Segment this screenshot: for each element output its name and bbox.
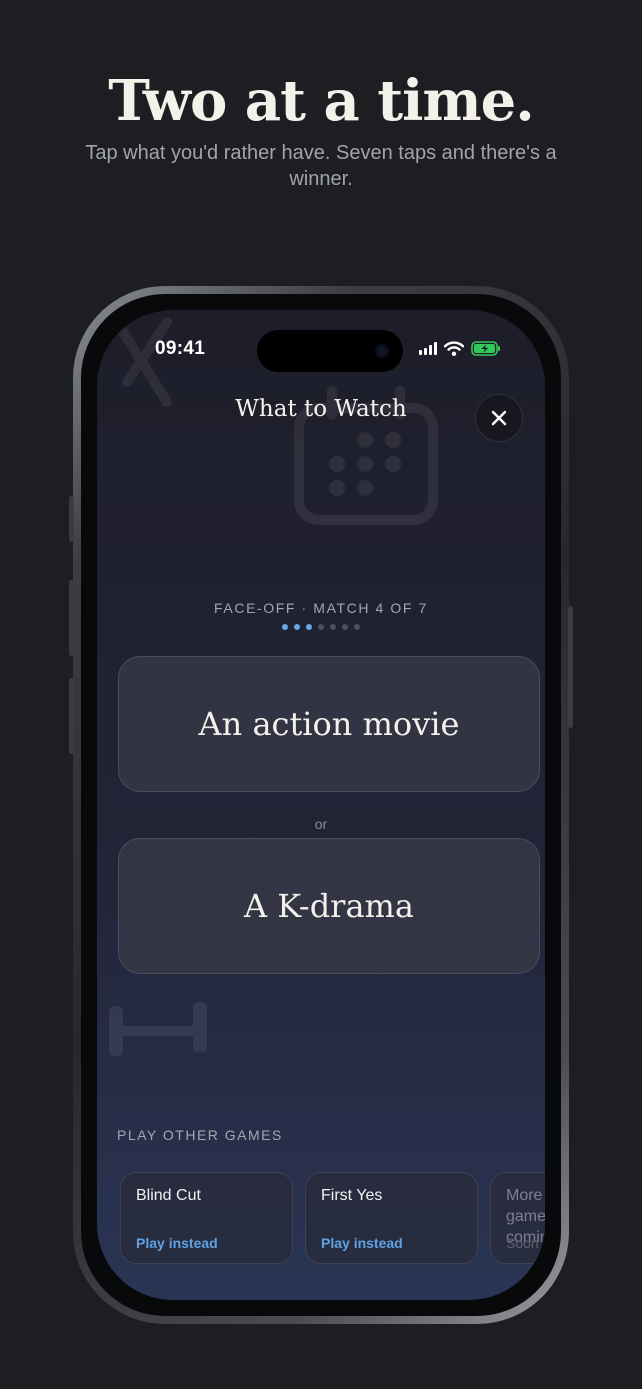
phone-frame: 09:41 What to Watch FACE-OFF · MATCH 4 O… [69, 286, 573, 1324]
close-icon [491, 410, 507, 426]
hero-title: Two at a time. [108, 68, 535, 134]
game-card-blind-cut[interactable]: Blind Cut Play instead [120, 1172, 293, 1264]
game-card-first-yes[interactable]: First Yes Play instead [305, 1172, 478, 1264]
phone-volume-up-button [69, 580, 74, 656]
match-progress-label: FACE-OFF · MATCH 4 OF 7 [214, 600, 428, 616]
match-progress-dots [97, 624, 545, 630]
or-separator: or [314, 816, 328, 832]
progress-dot [342, 624, 348, 630]
game-name: Blind Cut [136, 1187, 201, 1204]
phone-screen: 09:41 What to Watch FACE-OFF · MATCH 4 O… [97, 310, 545, 1300]
game-name: First Yes [321, 1187, 383, 1204]
front-camera [375, 344, 389, 358]
progress-dot [306, 624, 312, 630]
progress-dot [294, 624, 300, 630]
choice-card-a[interactable]: An action movie [118, 656, 540, 792]
dynamic-island [257, 330, 403, 372]
cellular-signal-icon [419, 342, 437, 355]
progress-dot [318, 624, 324, 630]
phone-volume-down-button [69, 678, 74, 754]
progress-dot [282, 624, 288, 630]
play-instead-link[interactable]: Play instead [321, 1235, 403, 1251]
soon-label: Soon [506, 1235, 539, 1251]
other-games-header: PLAY OTHER GAMES [117, 1127, 283, 1143]
phone-bezel: 09:41 What to Watch FACE-OFF · MATCH 4 O… [81, 294, 561, 1316]
progress-dot [354, 624, 360, 630]
game-card-coming-soon: More games coming Soon [490, 1172, 545, 1264]
wifi-icon [444, 341, 464, 356]
dumbbell-deco-icon [109, 1002, 207, 1056]
status-icons [419, 341, 501, 356]
phone-action-button [69, 496, 74, 542]
battery-charging-icon [471, 341, 500, 356]
hero-subtitle: Tap what you'd rather have. Seven taps a… [85, 142, 557, 190]
phone-power-button [568, 606, 573, 728]
status-time: 09:41 [155, 338, 206, 359]
choice-card-b[interactable]: A K-drama [118, 838, 540, 974]
close-button[interactable] [475, 394, 523, 442]
progress-dot [330, 624, 336, 630]
play-instead-link[interactable]: Play instead [136, 1235, 218, 1251]
